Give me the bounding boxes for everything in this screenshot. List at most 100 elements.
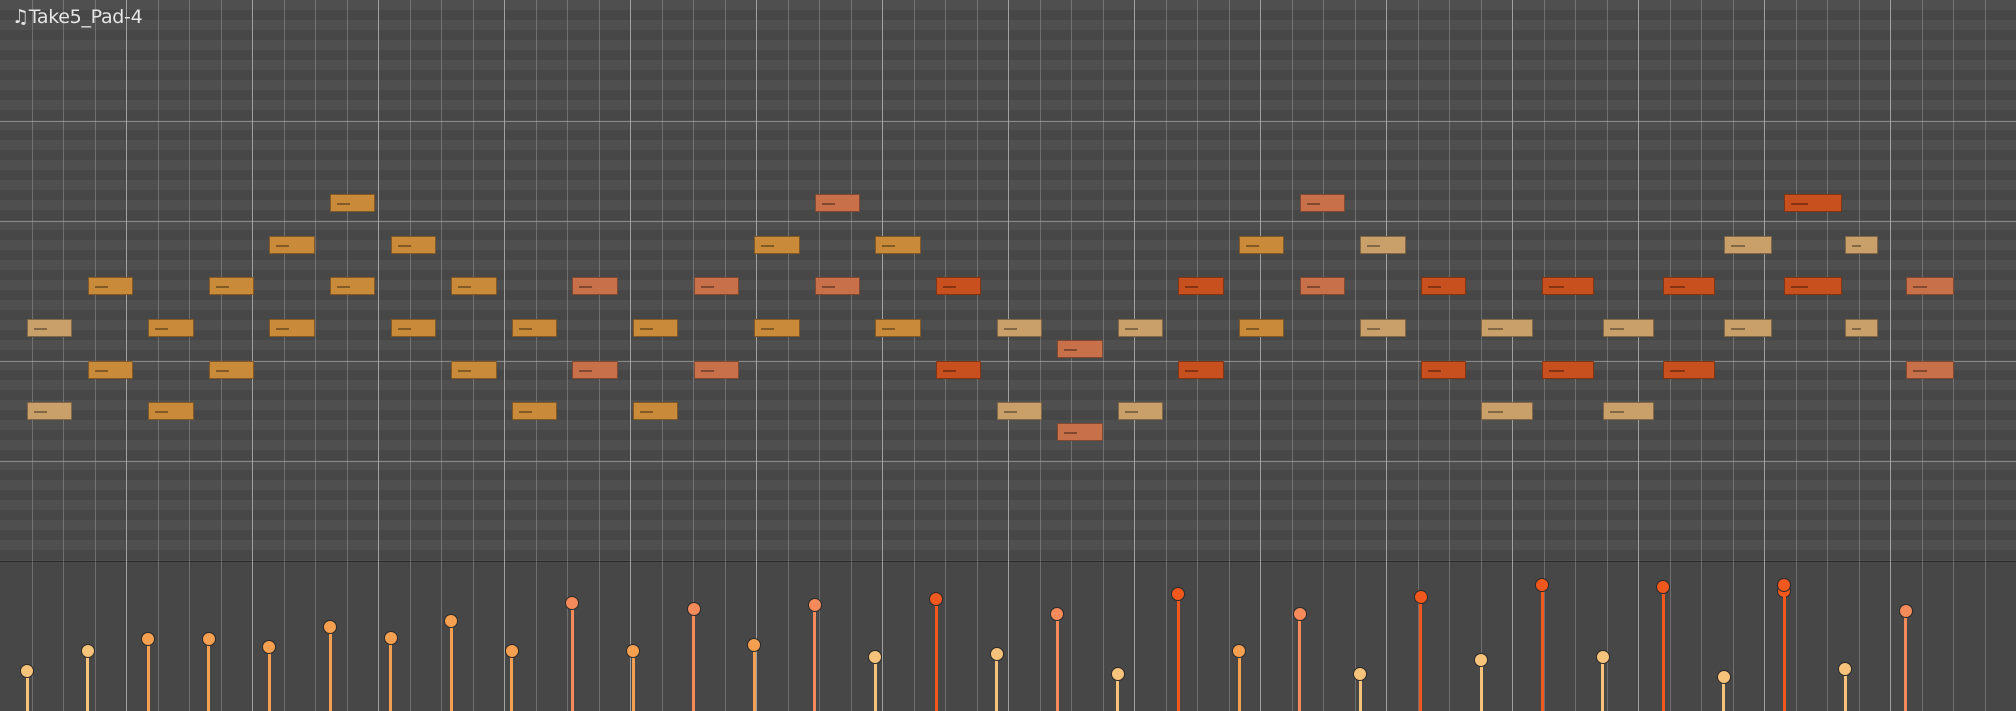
velocity-handle[interactable] xyxy=(1413,590,1428,604)
midi-note[interactable] xyxy=(330,194,376,213)
midi-note[interactable] xyxy=(814,277,861,296)
midi-note[interactable] xyxy=(451,360,497,379)
midi-note[interactable] xyxy=(208,360,255,379)
velocity-handle[interactable] xyxy=(1838,662,1852,676)
midi-note[interactable] xyxy=(148,402,194,421)
velocity-handle[interactable] xyxy=(80,644,95,658)
velocity-handle[interactable] xyxy=(565,596,580,610)
velocity-handle[interactable] xyxy=(201,632,216,646)
midi-note[interactable] xyxy=(936,360,982,379)
midi-note[interactable] xyxy=(572,360,618,379)
midi-note[interactable] xyxy=(87,360,134,379)
midi-note[interactable] xyxy=(27,319,73,337)
midi-note[interactable] xyxy=(1845,319,1879,337)
velocity-handle[interactable] xyxy=(1292,606,1307,621)
velocity-handle[interactable] xyxy=(262,639,277,654)
midi-note[interactable] xyxy=(1905,277,1955,296)
midi-note[interactable] xyxy=(1663,360,1715,379)
velocity-handle[interactable] xyxy=(1110,666,1125,681)
midi-note[interactable] xyxy=(1905,360,1955,379)
midi-note[interactable] xyxy=(1117,402,1164,421)
midi-note[interactable] xyxy=(1481,319,1533,337)
velocity-handle[interactable] xyxy=(686,602,701,616)
velocity-handle[interactable] xyxy=(807,597,822,612)
midi-note[interactable] xyxy=(1178,277,1224,296)
velocity-handle[interactable] xyxy=(1171,587,1186,601)
midi-note[interactable] xyxy=(390,235,437,254)
velocity-handle[interactable] xyxy=(1898,603,1913,618)
midi-note[interactable] xyxy=(693,360,740,379)
velocity-handle[interactable] xyxy=(626,644,640,658)
midi-note[interactable] xyxy=(208,277,255,296)
midi-note[interactable] xyxy=(1360,235,1406,254)
midi-note[interactable] xyxy=(1723,319,1773,337)
midi-note[interactable] xyxy=(1239,235,1285,254)
midi-note[interactable] xyxy=(633,402,679,421)
midi-note[interactable] xyxy=(330,277,376,296)
note-velocity-indicator xyxy=(1730,328,1745,330)
velocity-handle[interactable] xyxy=(1535,578,1549,592)
midi-note[interactable] xyxy=(875,235,921,254)
midi-note[interactable] xyxy=(875,319,921,337)
midi-note[interactable] xyxy=(693,277,740,296)
velocity-handle[interactable] xyxy=(1716,669,1731,684)
midi-note[interactable] xyxy=(1299,277,1346,296)
midi-note[interactable] xyxy=(1299,194,1346,213)
velocity-handle[interactable] xyxy=(1232,644,1246,658)
midi-note[interactable] xyxy=(1542,360,1594,379)
velocity-handle[interactable] xyxy=(20,663,34,678)
velocity-handle[interactable] xyxy=(1474,653,1489,667)
midi-note[interactable] xyxy=(1784,277,1842,296)
midi-note[interactable] xyxy=(814,194,861,213)
midi-note[interactable] xyxy=(1723,235,1773,254)
velocity-handle[interactable] xyxy=(383,630,398,645)
midi-note[interactable] xyxy=(269,319,315,337)
midi-note[interactable] xyxy=(572,277,618,296)
midi-note[interactable] xyxy=(511,402,558,421)
midi-note[interactable] xyxy=(1481,402,1533,421)
midi-note[interactable] xyxy=(148,319,194,337)
midi-note[interactable] xyxy=(87,277,134,296)
midi-note[interactable] xyxy=(754,235,800,254)
midi-note[interactable] xyxy=(27,402,73,421)
midi-note[interactable] xyxy=(269,235,315,254)
midi-note[interactable] xyxy=(1542,277,1594,296)
velocity-handle[interactable] xyxy=(929,591,943,606)
velocity-lane[interactable] xyxy=(0,561,2016,711)
velocity-handle[interactable] xyxy=(868,650,883,664)
midi-note[interactable] xyxy=(1057,339,1103,358)
midi-note[interactable] xyxy=(754,319,800,337)
midi-note[interactable] xyxy=(1602,402,1655,421)
velocity-handle[interactable] xyxy=(444,614,459,628)
midi-note[interactable] xyxy=(1420,277,1467,296)
midi-note[interactable] xyxy=(1420,360,1467,379)
velocity-handle[interactable] xyxy=(989,647,1004,661)
midi-note[interactable] xyxy=(1663,277,1715,296)
midi-note[interactable] xyxy=(1602,319,1655,337)
midi-note[interactable] xyxy=(1239,319,1285,337)
midi-note[interactable] xyxy=(511,319,558,337)
midi-note[interactable] xyxy=(1360,319,1406,337)
midi-note[interactable] xyxy=(390,319,437,337)
midi-note[interactable] xyxy=(451,277,497,296)
midi-note[interactable] xyxy=(996,402,1043,421)
midi-note[interactable] xyxy=(633,319,679,337)
note-velocity-indicator xyxy=(94,286,108,289)
midi-clip-editor[interactable]: ♫Take5_Pad-4 xyxy=(0,0,2016,711)
midi-note[interactable] xyxy=(996,319,1043,337)
velocity-handle[interactable] xyxy=(747,638,762,652)
velocity-handle[interactable] xyxy=(504,644,519,658)
midi-note[interactable] xyxy=(936,277,982,296)
velocity-handle[interactable] xyxy=(1595,650,1610,664)
velocity-handle[interactable] xyxy=(1353,666,1368,681)
velocity-handle[interactable] xyxy=(1656,579,1671,594)
piano-roll-grid[interactable]: ♫Take5_Pad-4 xyxy=(0,0,2016,561)
velocity-handle[interactable] xyxy=(141,632,156,646)
velocity-handle[interactable] xyxy=(1050,606,1065,621)
midi-note[interactable] xyxy=(1117,319,1164,337)
velocity-handle[interactable] xyxy=(323,620,337,634)
midi-note[interactable] xyxy=(1057,423,1103,441)
midi-note[interactable] xyxy=(1178,360,1224,379)
midi-note[interactable] xyxy=(1784,194,1842,213)
midi-note[interactable] xyxy=(1845,235,1879,254)
